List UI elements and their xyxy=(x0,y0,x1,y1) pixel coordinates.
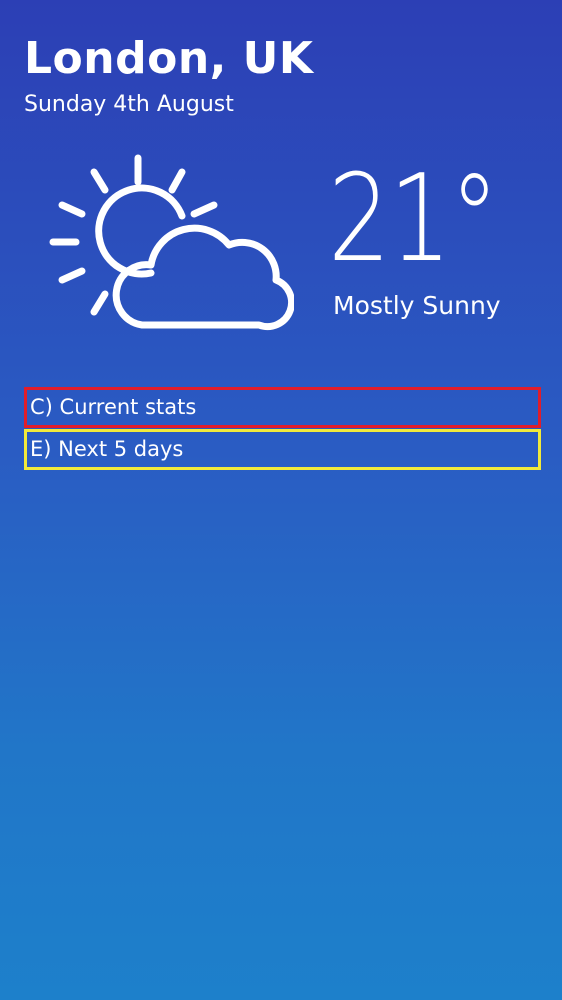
next-5-days-section[interactable]: E) Next 5 days xyxy=(24,429,541,470)
partly-cloudy-icon xyxy=(44,150,296,340)
next-5-days-label: E) Next 5 days xyxy=(30,437,184,461)
weather-screen: London, UK Sunday 4th August 21° Mostly … xyxy=(0,0,562,1000)
date-label: Sunday 4th August xyxy=(24,92,234,117)
current-stats-section[interactable]: C) Current stats xyxy=(24,387,541,428)
condition-label: Mostly Sunny xyxy=(333,291,501,320)
city-title: London, UK xyxy=(24,33,314,84)
temperature-value: 21° xyxy=(328,150,499,289)
current-stats-label: C) Current stats xyxy=(30,395,197,419)
